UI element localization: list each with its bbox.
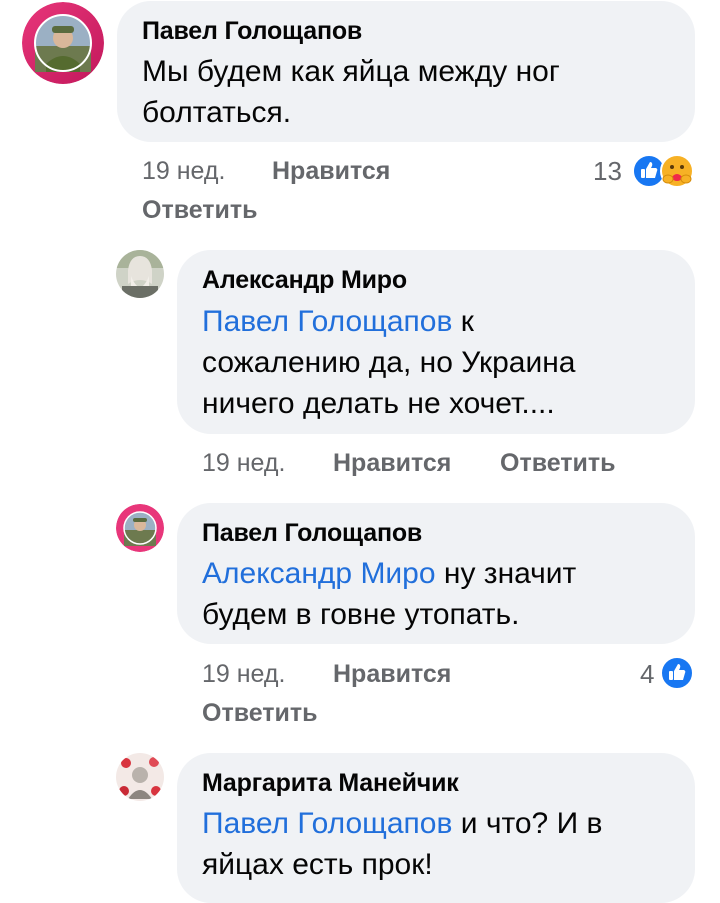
comment-text-line: Павел Голощапов и что? И в — [202, 803, 602, 844]
comment-text-line: Александр Миро ну значит — [202, 553, 576, 594]
comment-author[interactable]: Маргарита Манейчик — [202, 769, 459, 798]
comment-time[interactable]: 19 нед. — [142, 157, 225, 186]
avatar-image — [116, 753, 164, 801]
like-link[interactable]: Нравится — [272, 157, 390, 186]
comment-author[interactable]: Павел Голощапов — [202, 519, 422, 548]
mention-link[interactable]: Александр Миро — [202, 557, 436, 590]
comment-text-line: яйцах есть прок! — [202, 848, 433, 881]
reply-link[interactable]: Ответить — [202, 699, 318, 728]
reply-link[interactable]: Ответить — [142, 196, 258, 225]
comment-text-line: Мы будем как яйца между ног — [142, 55, 560, 88]
avatar[interactable] — [116, 504, 164, 552]
avatar-image — [22, 2, 104, 84]
comment-author[interactable]: Александр Миро — [202, 266, 407, 295]
comment-text: и что? И в — [460, 807, 603, 840]
avatar[interactable] — [22, 2, 104, 84]
reactions-count[interactable]: 13 — [593, 156, 622, 187]
comment-time[interactable]: 19 нед. — [202, 660, 285, 689]
comment-text-line: будем в говне утопать. — [202, 598, 520, 631]
mention-link[interactable]: Павел Голощапов — [202, 807, 452, 840]
mention-link[interactable]: Павел Голощапов — [202, 305, 452, 338]
comment-text-line: сожалению да, но Украина — [202, 346, 576, 379]
avatar[interactable] — [116, 250, 164, 298]
comment-text-line: болтаться. — [142, 96, 292, 129]
reactions-count[interactable]: 4 — [640, 659, 654, 690]
comment-text-line: ничего делать не хочет.... — [202, 387, 555, 420]
like-link[interactable]: Нравится — [333, 660, 451, 689]
avatar-image — [116, 504, 164, 552]
avatar-image — [116, 250, 164, 298]
reply-link[interactable]: Ответить — [500, 449, 616, 478]
care-icon — [660, 154, 694, 188]
comment-text: ну значит — [443, 557, 577, 590]
comment-text-line: Павел Голощапов к — [202, 301, 474, 342]
comment-text: к — [460, 305, 474, 338]
comment-time[interactable]: 19 нед. — [202, 449, 285, 478]
comment-author[interactable]: Павел Голощапов — [142, 17, 362, 46]
like-icon — [660, 656, 694, 690]
avatar[interactable] — [116, 753, 164, 801]
like-link[interactable]: Нравится — [333, 449, 451, 478]
